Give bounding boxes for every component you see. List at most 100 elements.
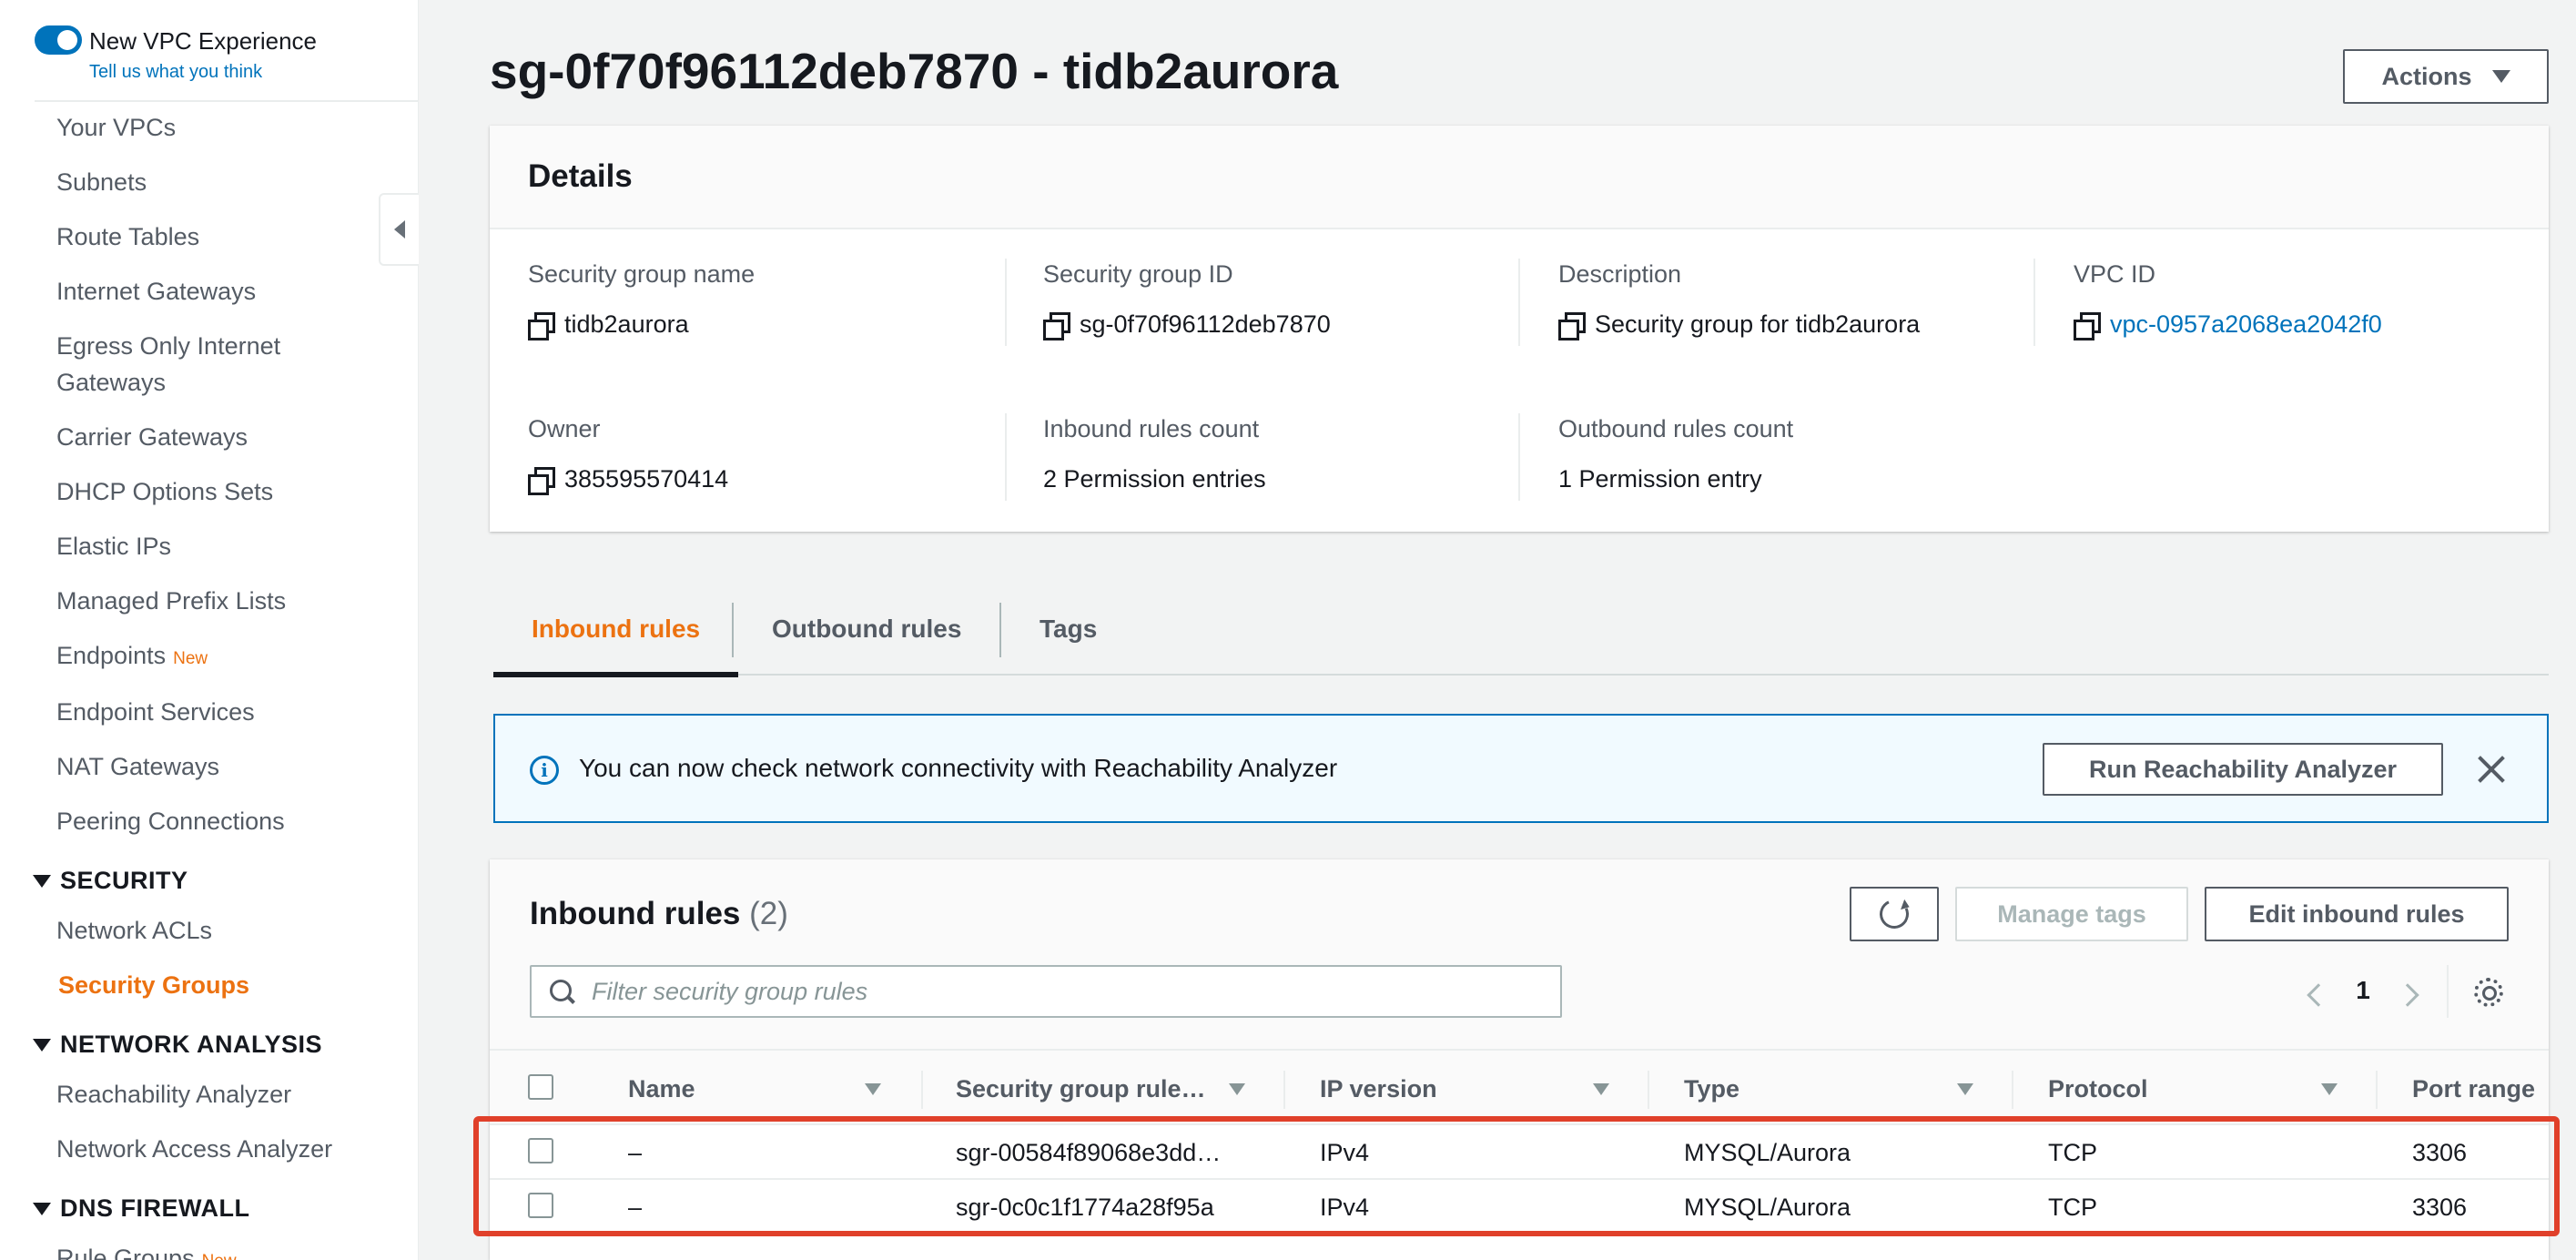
actions-button[interactable]: Actions <box>2343 49 2549 104</box>
sidebar-item-your-vpcs[interactable]: Your VPCs <box>56 109 176 146</box>
page-number[interactable]: 1 <box>2345 976 2381 1005</box>
owner-value: 385595570414 <box>564 465 729 493</box>
tab-inbound-rules[interactable]: Inbound rules <box>493 583 739 677</box>
column-header-rule-id[interactable]: Security group rule… <box>956 1051 1206 1127</box>
new-badge: New <box>202 1252 237 1260</box>
info-alert: i You can now check network connectivity… <box>493 714 2549 823</box>
section-network-analysis[interactable]: NETWORK ANALYSIS <box>33 1031 322 1059</box>
sort-icon[interactable] <box>1957 1083 1973 1095</box>
column-header-port-range[interactable]: Port range <box>2412 1051 2535 1127</box>
sidebar-item-egress-only-gateways[interactable]: Egress Only Internet Gateways <box>56 328 348 401</box>
cell-ip-version: IPv4 <box>1320 1138 1370 1166</box>
sidebar-item-elastic-ips[interactable]: Elastic IPs <box>56 528 171 564</box>
description-value: Security group for tidb2aurora <box>1595 310 1921 338</box>
sidebar-item-subnets[interactable]: Subnets <box>56 164 147 200</box>
divider <box>2033 259 2035 346</box>
sidebar-item-security-groups[interactable]: Security Groups <box>58 967 249 1003</box>
sidebar-item-label: Rule Groups <box>56 1245 195 1260</box>
column-header-type[interactable]: Type <box>1684 1051 1739 1127</box>
manage-tags-button[interactable]: Manage tags <box>1955 887 2188 941</box>
column-divider[interactable] <box>1283 1071 1285 1109</box>
vpc-id-link[interactable]: vpc-0957a2068ea2042f0 <box>2110 310 2382 339</box>
sidebar-item-dhcp-options[interactable]: DHCP Options Sets <box>56 473 273 510</box>
sidebar-item-network-access-analyzer[interactable]: Network Access Analyzer <box>56 1131 332 1167</box>
inbound-rules-table: Name Security group rule… IP version Typ… <box>490 1049 2549 1235</box>
field-security-group-name: Security group name tidb2aurora <box>528 260 755 340</box>
search-icon <box>550 980 573 1003</box>
section-security[interactable]: SECURITY <box>33 867 188 895</box>
tab-bar: Inbound rules Outbound rules Tags <box>493 583 2549 677</box>
sidebar: New VPC Experience Tell us what you thin… <box>0 0 419 1260</box>
sidebar-item-endpoint-services[interactable]: Endpoint Services <box>56 694 255 730</box>
new-vpc-experience-toggle[interactable] <box>35 25 82 55</box>
field-value: vpc-0957a2068ea2042f0 <box>2074 310 2382 340</box>
sidebar-item-nat-gateways[interactable]: NAT Gateways <box>56 748 219 785</box>
table-row[interactable]: – sgr-00584f89068e3dd… IPv4 MYSQL/Aurora… <box>490 1125 2549 1180</box>
column-header-protocol[interactable]: Protocol <box>2048 1051 2148 1127</box>
field-label: Inbound rules count <box>1043 415 1260 442</box>
copy-icon[interactable] <box>2074 311 2101 340</box>
column-header-ip-version[interactable]: IP version <box>1320 1051 1437 1127</box>
field-outbound-rules-count: Outbound rules count 1 Permission entry <box>1558 415 1793 493</box>
field-value: tidb2aurora <box>528 310 755 340</box>
column-divider[interactable] <box>2376 1071 2378 1109</box>
refresh-button[interactable] <box>1850 887 1939 941</box>
section-dns-firewall[interactable]: DNS FIREWALL <box>33 1194 250 1223</box>
column-divider[interactable] <box>1648 1071 1649 1109</box>
expand-icon <box>33 874 51 888</box>
sort-icon[interactable] <box>1593 1083 1609 1095</box>
sidebar-item-carrier-gateways[interactable]: Carrier Gateways <box>56 419 248 455</box>
row-checkbox[interactable] <box>528 1138 553 1163</box>
field-value: Security group for tidb2aurora <box>1558 310 1921 340</box>
sidebar-item-endpoints[interactable]: Endpoints New <box>56 637 208 677</box>
field-label: VPC ID <box>2074 260 2156 288</box>
collapse-sidebar-button[interactable] <box>379 193 419 266</box>
sidebar-item-reachability-analyzer[interactable]: Reachability Analyzer <box>56 1076 291 1113</box>
details-title: Details <box>528 158 633 194</box>
sidebar-item-peering-connections[interactable]: Peering Connections <box>56 803 285 839</box>
field-description: Description Security group for tidb2auro… <box>1558 260 1921 340</box>
cell-rule-id: sgr-0c0c1f1774a28f95a <box>956 1193 1214 1221</box>
edit-inbound-rules-button[interactable]: Edit inbound rules <box>2205 887 2509 941</box>
sidebar-item-rule-groups[interactable]: Rule Groups New <box>56 1240 237 1260</box>
field-security-group-id: Security group ID sg-0f70f96112deb7870 <box>1043 260 1331 340</box>
sidebar-item-route-tables[interactable]: Route Tables <box>56 218 199 255</box>
page-title: sg-0f70f96112deb7870 - tidb2aurora <box>490 43 1339 99</box>
new-vpc-experience-toggle-wrap: New VPC Experience <box>35 25 317 55</box>
run-reachability-analyzer-button[interactable]: Run Reachability Analyzer <box>2043 743 2443 796</box>
caret-down-icon <box>2491 70 2510 83</box>
sidebar-item-internet-gateways[interactable]: Internet Gateways <box>56 273 256 310</box>
sidebar-item-prefix-lists[interactable]: Managed Prefix Lists <box>56 583 286 619</box>
sidebar-item-network-acls[interactable]: Network ACLs <box>56 912 212 949</box>
feedback-link[interactable]: Tell us what you think <box>89 62 262 83</box>
filter-input[interactable] <box>592 967 1547 1016</box>
tab-tags[interactable]: Tags <box>1003 583 1133 676</box>
copy-icon[interactable] <box>528 466 555 495</box>
copy-icon[interactable] <box>528 311 555 340</box>
field-value: 1 Permission entry <box>1558 465 1762 493</box>
sort-icon[interactable] <box>865 1083 881 1095</box>
column-divider[interactable] <box>921 1071 923 1109</box>
divider <box>1005 259 1007 346</box>
gear-icon[interactable] <box>2474 978 2503 1007</box>
chevron-left-icon[interactable] <box>2307 983 2330 1007</box>
sort-icon[interactable] <box>1229 1083 1245 1095</box>
sidebar-divider <box>35 100 419 102</box>
cell-name: – <box>628 1193 643 1221</box>
copy-icon[interactable] <box>1558 311 1586 340</box>
column-header-name[interactable]: Name <box>628 1051 695 1127</box>
column-divider[interactable] <box>2012 1071 2013 1109</box>
row-checkbox[interactable] <box>528 1193 553 1218</box>
inbound-rules-header: Inbound rules (2) Manage tags Edit inbou… <box>490 859 2549 1049</box>
copy-icon[interactable] <box>1043 311 1070 340</box>
close-icon[interactable] <box>2476 754 2507 785</box>
cell-protocol: TCP <box>2048 1138 2097 1166</box>
table-row[interactable]: – sgr-0c0c1f1774a28f95a IPv4 MYSQL/Auror… <box>490 1180 2549 1235</box>
field-value: 385595570414 <box>528 465 729 495</box>
cell-type: MYSQL/Aurora <box>1684 1138 1851 1166</box>
tab-outbound-rules[interactable]: Outbound rules <box>735 583 998 676</box>
select-all-checkbox[interactable] <box>528 1074 553 1100</box>
sort-icon[interactable] <box>2321 1083 2338 1095</box>
chevron-right-icon[interactable] <box>2396 983 2419 1007</box>
cell-type: MYSQL/Aurora <box>1684 1193 1851 1221</box>
